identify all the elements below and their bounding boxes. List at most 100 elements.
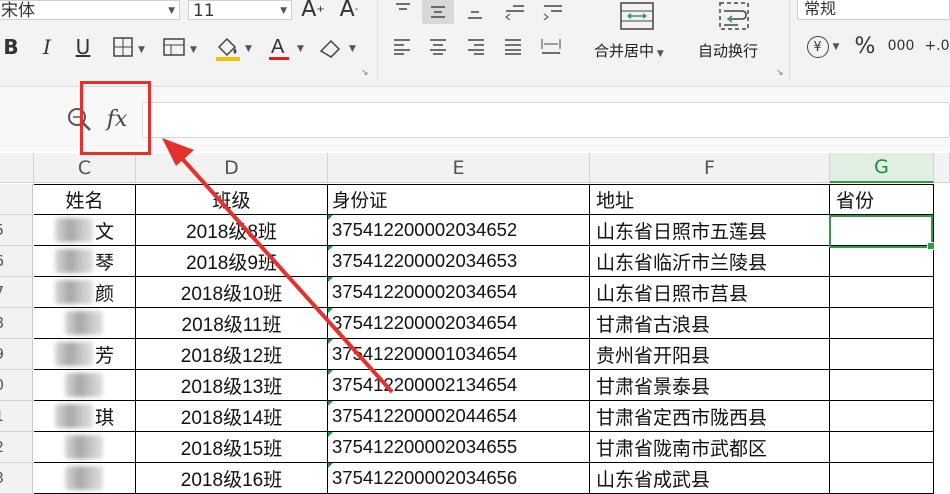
name-cell[interactable]: 芳	[34, 339, 136, 370]
italic-button[interactable]: I	[36, 34, 58, 60]
row-number[interactable]: 9	[0, 339, 33, 370]
province-cell[interactable]	[830, 277, 934, 308]
row-number[interactable]: 5	[0, 215, 33, 246]
merge-center-button[interactable]: 合并居中 ▼	[594, 40, 664, 61]
name-cell[interactable]: 文	[34, 215, 136, 246]
cell-style-button[interactable]: ▼	[160, 34, 204, 60]
header-id[interactable]: 身份证	[328, 184, 590, 215]
name-cell[interactable]: 颜	[34, 277, 136, 308]
column-header-d[interactable]: D	[136, 153, 328, 183]
class-cell[interactable]: 2018级16班	[136, 463, 328, 494]
font-name-select[interactable]: 宋体 ▼	[0, 0, 180, 21]
column-header-c[interactable]: C	[34, 153, 136, 183]
column-header-e[interactable]: E	[328, 153, 590, 183]
row-number[interactable]: 7	[0, 277, 33, 308]
row-number[interactable]	[0, 184, 33, 215]
selected-cell-outline[interactable]	[829, 215, 935, 250]
class-cell[interactable]: 2018级11班	[136, 308, 328, 339]
header-address[interactable]: 地址	[590, 184, 830, 215]
increase-decimal-button[interactable]: +.0	[924, 32, 950, 60]
font-group-launcher-icon[interactable]: ↘	[361, 68, 369, 78]
id-cell[interactable]: 375412200002034652	[328, 215, 590, 246]
decrease-indent-button[interactable]	[502, 0, 528, 24]
row-number[interactable]: 12	[0, 432, 33, 463]
address-cell[interactable]: 山东省成武县	[590, 463, 830, 494]
id-cell[interactable]: 375412200002134654	[328, 370, 590, 401]
id-cell[interactable]: 375412200002034655	[328, 432, 590, 463]
merge-center-icon-button[interactable]	[612, 0, 662, 34]
fill-handle[interactable]	[927, 242, 935, 250]
row-number[interactable]: 8	[0, 308, 33, 339]
id-cell[interactable]: 375412200002034654	[328, 277, 590, 308]
address-cell[interactable]: 甘肃省陇南市武都区	[590, 432, 830, 463]
align-center-button[interactable]	[426, 34, 450, 58]
justify-button[interactable]	[501, 34, 525, 58]
province-cell[interactable]	[830, 339, 934, 370]
class-cell[interactable]: 2018级15班	[136, 432, 328, 463]
name-cell[interactable]	[34, 370, 136, 401]
font-color-button[interactable]: A ▼	[266, 32, 310, 62]
align-bottom-button[interactable]	[463, 0, 487, 24]
align-right-button[interactable]	[464, 34, 488, 58]
class-cell[interactable]: 2018级10班	[136, 277, 328, 308]
column-header-blank[interactable]	[0, 153, 34, 183]
id-cell[interactable]: 375412200002034656	[328, 463, 590, 494]
header-name[interactable]: 姓名	[34, 184, 136, 215]
class-cell[interactable]: 2018级12班	[136, 339, 328, 370]
name-cell[interactable]: 琪	[34, 401, 136, 432]
province-cell[interactable]	[830, 308, 934, 339]
column-header-f[interactable]: F	[590, 153, 830, 183]
province-cell[interactable]	[830, 246, 934, 277]
align-top-button[interactable]	[392, 0, 414, 20]
align-left-button[interactable]	[390, 34, 414, 58]
column-header-h[interactable]	[934, 153, 950, 183]
column-header-g[interactable]: G	[830, 153, 934, 183]
align-middle-button[interactable]	[422, 0, 454, 24]
increase-font-size-button[interactable]: A +	[300, 0, 326, 22]
name-cell[interactable]	[34, 463, 136, 494]
clear-format-button[interactable]: ▼	[316, 32, 362, 62]
id-cell[interactable]: 375412200002034653	[328, 246, 590, 277]
address-cell[interactable]: 山东省日照市莒县	[590, 277, 830, 308]
fill-color-button[interactable]: ▼	[212, 32, 258, 62]
row-number[interactable]: 6	[0, 246, 33, 277]
province-cell[interactable]	[830, 401, 934, 432]
address-cell[interactable]: 甘肃省定西市陇西县	[590, 401, 830, 432]
increase-indent-button[interactable]	[540, 0, 566, 24]
province-cell[interactable]	[830, 370, 934, 401]
class-cell[interactable]: 2018级8班	[136, 215, 328, 246]
percent-button[interactable]: %	[852, 32, 878, 60]
wrap-text-icon-button[interactable]	[712, 0, 756, 34]
class-cell[interactable]: 2018级14班	[136, 401, 328, 432]
address-cell[interactable]: 贵州省开阳县	[590, 339, 830, 370]
alignment-group-launcher-icon[interactable]: ↘	[776, 68, 784, 78]
id-cell[interactable]: 375412200002034654	[328, 308, 590, 339]
address-cell[interactable]: 山东省日照市五莲县	[590, 215, 830, 246]
thousands-separator-button[interactable]: 000	[886, 32, 916, 60]
name-cell[interactable]	[34, 432, 136, 463]
number-format-select[interactable]: 常规	[797, 0, 950, 20]
header-class[interactable]: 班级	[136, 184, 328, 215]
address-cell[interactable]: 甘肃省古浪县	[590, 308, 830, 339]
decrease-font-size-button[interactable]: A-	[336, 0, 362, 22]
row-number[interactable]: 13	[0, 463, 33, 494]
row-number[interactable]: 10	[0, 370, 33, 401]
formula-input[interactable]	[142, 102, 950, 138]
province-cell[interactable]	[830, 463, 934, 494]
name-cell[interactable]	[34, 308, 136, 339]
bold-button[interactable]: B	[0, 34, 22, 60]
borders-button[interactable]: ▼	[110, 34, 150, 60]
address-cell[interactable]: 山东省临沂市兰陵县	[590, 246, 830, 277]
currency-format-button[interactable]: ¥ ▼	[800, 34, 846, 60]
underline-button[interactable]: U	[72, 34, 94, 60]
font-size-select[interactable]: 11 ▼	[188, 0, 292, 21]
header-province[interactable]: 省份	[830, 184, 934, 215]
distributed-align-button[interactable]	[538, 34, 564, 58]
province-cell[interactable]	[830, 432, 934, 463]
address-cell[interactable]: 甘肃省景泰县	[590, 370, 830, 401]
id-cell[interactable]: 375412200001034654	[328, 339, 590, 370]
class-cell[interactable]: 2018级9班	[136, 246, 328, 277]
wrap-text-button[interactable]: 自动换行	[698, 40, 758, 61]
name-cell[interactable]: 琴	[34, 246, 136, 277]
id-cell[interactable]: 375412200002044654	[328, 401, 590, 432]
